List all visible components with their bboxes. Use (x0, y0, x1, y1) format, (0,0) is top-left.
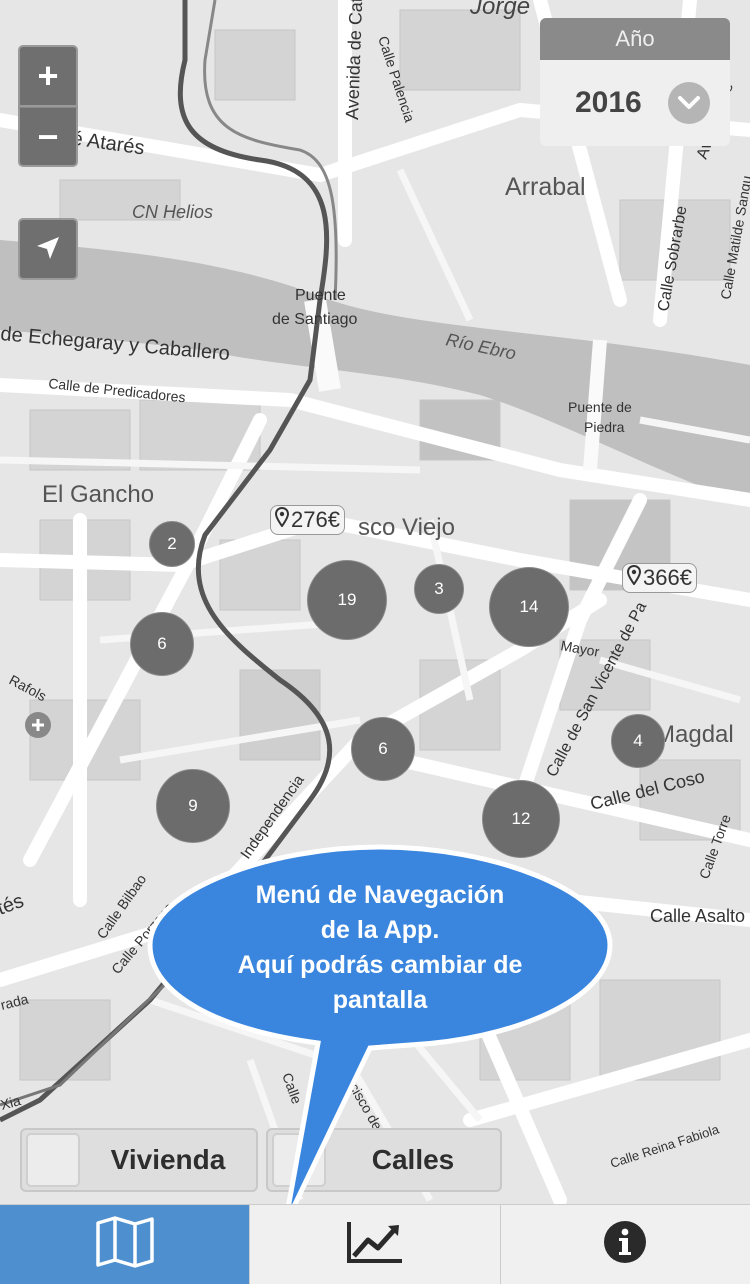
tab-map[interactable] (0, 1205, 250, 1284)
hospital-icon (25, 712, 51, 738)
tab-stats[interactable] (249, 1205, 499, 1284)
year-value: 2016 (575, 86, 642, 119)
map-label: Puente de (568, 399, 632, 415)
info-icon (603, 1220, 647, 1269)
cluster-marker[interactable]: 3 (414, 564, 464, 614)
location-arrow-icon (35, 228, 61, 270)
map-label: Magdal (655, 721, 734, 748)
year-selector[interactable]: Año 2016 (540, 18, 730, 148)
cluster-marker[interactable]: 6 (130, 612, 194, 676)
tooltip-line: Menú de Navegación (255, 881, 505, 909)
zoom-in-button[interactable]: + (18, 45, 78, 107)
price-value: 366€ (643, 565, 692, 590)
cluster-marker[interactable]: 4 (611, 714, 665, 768)
map-label: Calle Asalto (650, 906, 745, 926)
map-label: Arrabal (505, 173, 586, 201)
tooltip-line: Aquí podrás cambiar de (237, 951, 523, 979)
price-marker[interactable]: 276€ (270, 505, 345, 535)
map-label: sco Viejo (358, 514, 455, 541)
chevron-down-icon (668, 82, 710, 124)
map-pin-icon (626, 564, 642, 591)
year-dropdown[interactable]: 2016 (540, 60, 730, 146)
price-marker[interactable]: 366€ (622, 563, 697, 593)
map-pin-icon (274, 506, 290, 533)
calles-label: Calles (371, 1144, 455, 1175)
cluster-marker[interactable]: 19 (307, 560, 387, 640)
cluster-marker[interactable]: 6 (351, 717, 415, 781)
layer-toggle-calles[interactable]: Calles (266, 1128, 502, 1192)
map-label: CN Helios (132, 202, 213, 222)
cluster-marker[interactable]: 9 (156, 769, 230, 843)
tooltip-line: pantalla (332, 986, 428, 1014)
tooltip-text: Menú de Navegación de la App. Aquí podrá… (170, 878, 590, 1018)
tab-bar (0, 1204, 750, 1284)
chart-line-icon (346, 1220, 404, 1269)
cluster-marker[interactable]: 2 (149, 521, 195, 567)
locate-button[interactable] (18, 218, 78, 280)
calles-checkbox[interactable] (272, 1133, 326, 1187)
map-label: de Santiago (272, 311, 358, 328)
layer-toggle-vivienda[interactable]: Vivienda (20, 1128, 258, 1192)
map-label: El Gancho (42, 481, 154, 508)
vivienda-checkbox[interactable] (26, 1133, 80, 1187)
map-label: Piedra (584, 419, 625, 435)
map-icon (95, 1215, 155, 1274)
map-label: Puente (295, 287, 346, 304)
cluster-marker[interactable]: 12 (482, 780, 560, 858)
tooltip-line: de la App. (320, 916, 440, 944)
vivienda-label: Vivienda (110, 1144, 226, 1175)
price-value: 276€ (291, 507, 340, 532)
year-selector-label: Año (540, 18, 730, 60)
zoom-out-button[interactable]: − (18, 107, 78, 167)
cluster-marker[interactable]: 14 (489, 567, 569, 647)
map-label: Jorge (469, 0, 530, 20)
tab-info[interactable] (499, 1205, 750, 1284)
